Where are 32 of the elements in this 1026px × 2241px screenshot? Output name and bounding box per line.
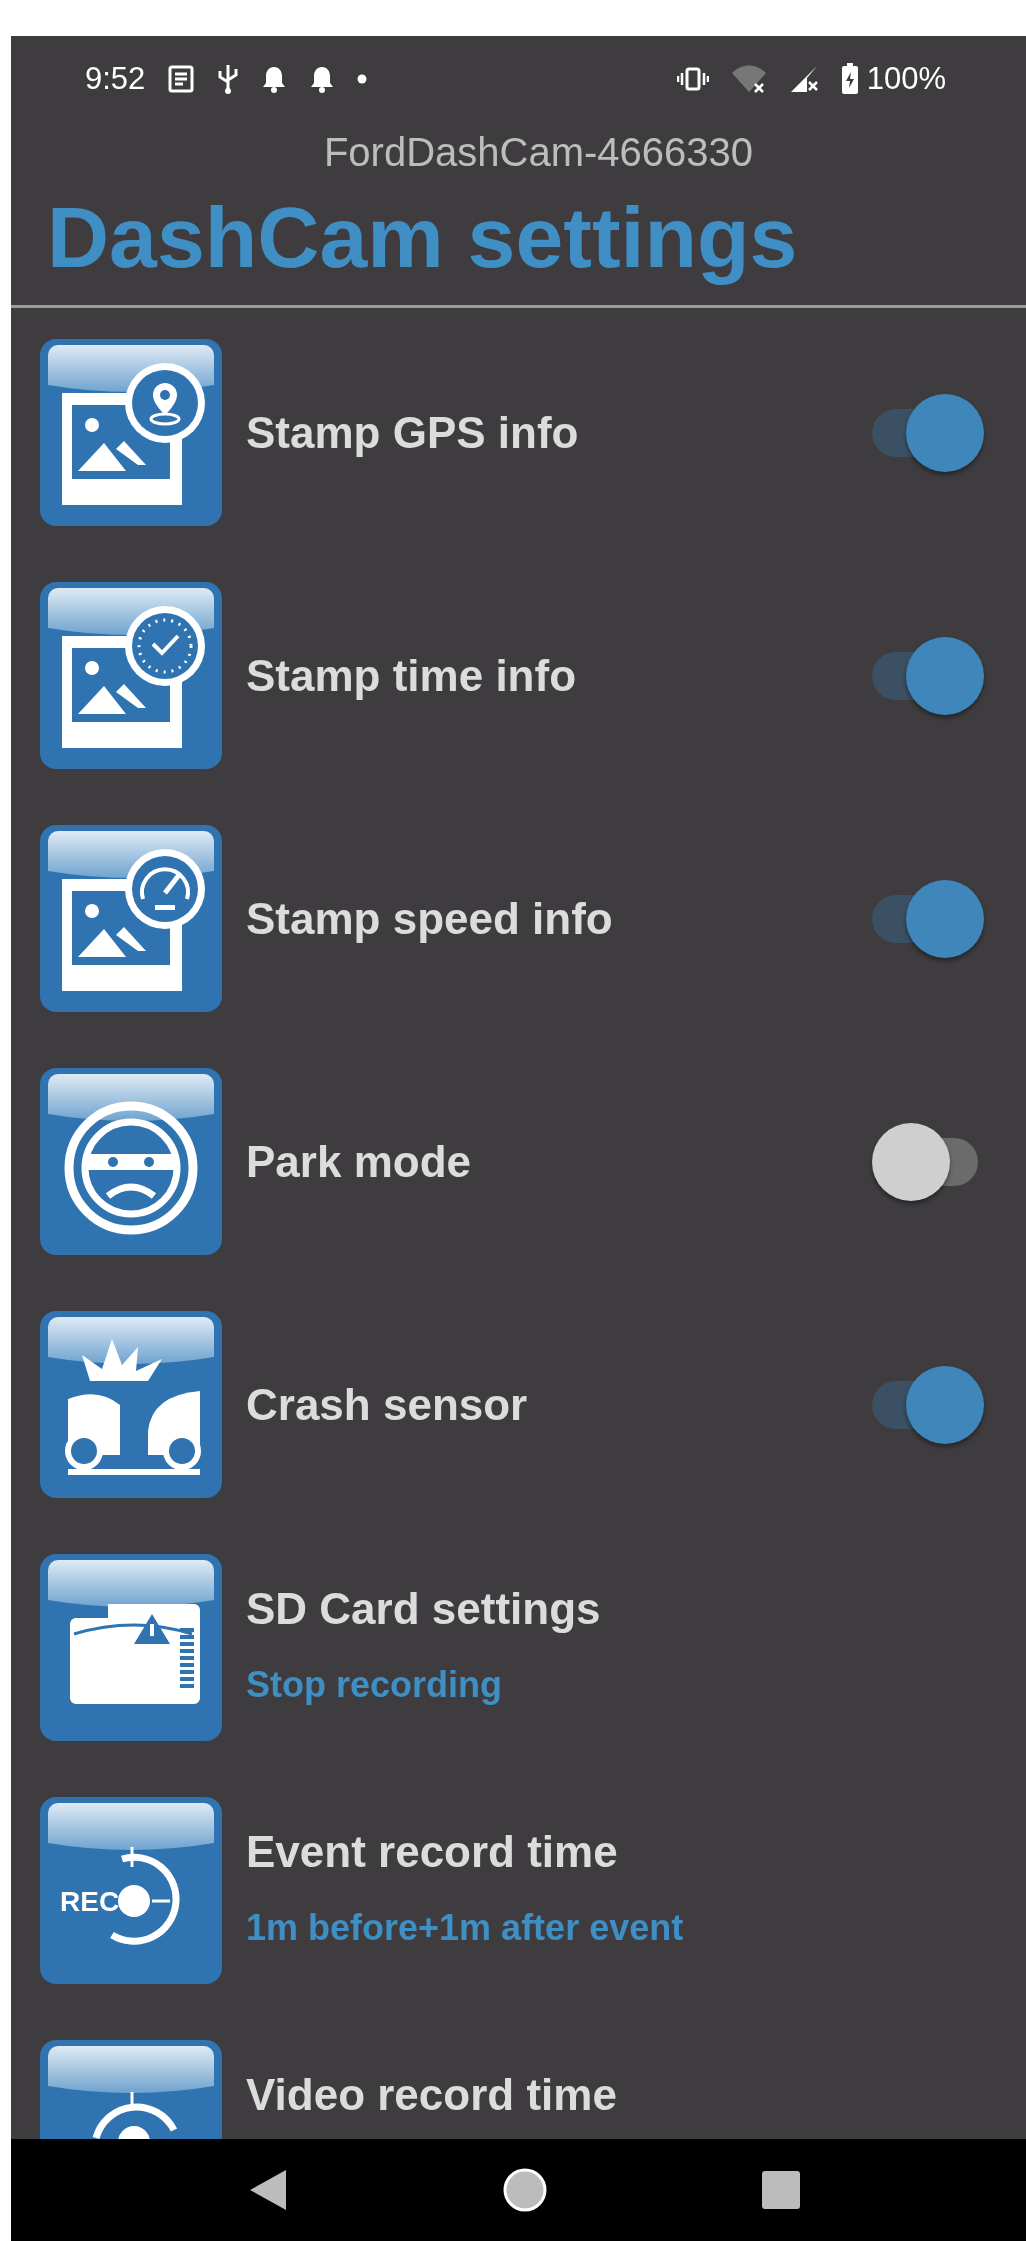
- page-title: DashCam settings: [11, 182, 1026, 308]
- usb-icon: [217, 63, 240, 95]
- record-timer-icon: [92, 2092, 177, 2139]
- wifi-off-icon: [730, 64, 767, 94]
- battery-percentage: 100%: [866, 61, 946, 97]
- device-name: FordDashCam-4666330: [322, 129, 755, 176]
- masked-face-icon: [64, 1101, 198, 1235]
- bell-icon: [261, 64, 288, 94]
- back-icon[interactable]: [248, 2168, 288, 2212]
- recents-icon[interactable]: [761, 2170, 801, 2210]
- photo-clock-icon: [62, 606, 205, 748]
- battery-icon: [840, 63, 859, 95]
- bell-icon: [309, 64, 336, 94]
- setting-value: Stop recording: [246, 1664, 503, 1706]
- setting-label: Stamp GPS info: [246, 407, 580, 458]
- icon-label: REC: [60, 1886, 120, 1917]
- photo-location-icon: [62, 363, 205, 505]
- dot-icon: [357, 74, 368, 84]
- setting-label: Stamp speed info: [246, 893, 614, 944]
- setting-label: Event record time: [246, 1827, 619, 1877]
- setting-label: Park mode: [246, 1136, 472, 1187]
- setting-label: Crash sensor: [246, 1379, 529, 1430]
- vibrate-icon: [676, 67, 709, 91]
- news-icon: [167, 64, 196, 94]
- sd-card-warning-icon: [70, 1604, 200, 1704]
- status-time: 9:52: [85, 61, 146, 97]
- setting-label: Stamp time info: [246, 650, 578, 701]
- setting-label: Video record time: [246, 2070, 618, 2120]
- setting-value: 1m before+1m after event: [246, 1907, 685, 1949]
- car-crash-icon: [65, 1339, 201, 1475]
- setting-label: SD Card settings: [246, 1584, 602, 1634]
- photo-speedometer-icon: [62, 849, 205, 991]
